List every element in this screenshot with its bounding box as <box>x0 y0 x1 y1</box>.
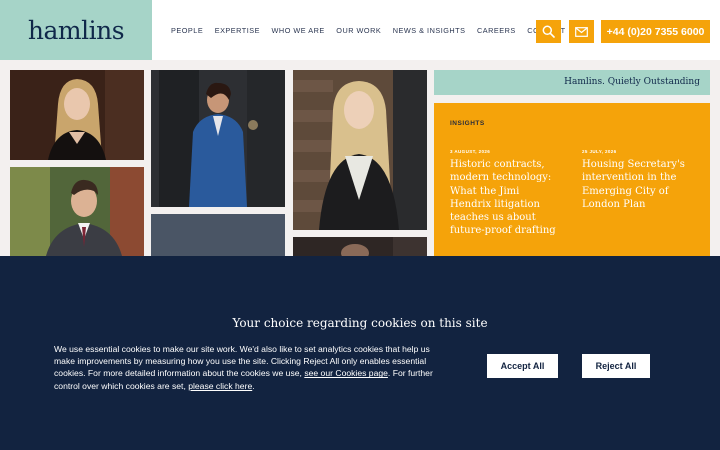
article-title[interactable]: Historic contracts, modern technology: W… <box>450 158 563 238</box>
insights-heading: INSIGHTS <box>450 120 485 127</box>
nav-our-work[interactable]: OUR WORK <box>336 26 381 35</box>
mail-icon <box>575 26 588 37</box>
accept-all-button[interactable]: Accept All <box>487 354 558 378</box>
cookies-page-link[interactable]: see our Cookies page <box>304 368 388 378</box>
person-photo-5[interactable] <box>293 237 427 256</box>
reject-all-button[interactable]: Reject All <box>582 354 650 378</box>
nav-careers[interactable]: CAREERS <box>477 26 516 35</box>
cookie-description: We use essential cookies to make our sit… <box>54 343 438 392</box>
nav-people[interactable]: PEOPLE <box>171 26 203 35</box>
search-button[interactable] <box>536 20 561 43</box>
logo-container[interactable]: hamlins <box>0 0 152 60</box>
tagline-banner: Hamlins. Quietly Outstanding <box>434 70 710 95</box>
article-date: 25 JULY, 2026 <box>582 149 617 154</box>
person-photo-4[interactable] <box>10 167 144 256</box>
person-photo-2[interactable] <box>151 70 285 207</box>
cookie-title: Your choice regarding cookies on this si… <box>232 316 488 330</box>
nav-news-insights[interactable]: NEWS & INSIGHTS <box>393 26 466 35</box>
search-icon <box>542 25 555 38</box>
nav-who-we-are[interactable]: WHO WE ARE <box>272 26 325 35</box>
cookie-text-end: . <box>252 380 255 391</box>
article-title[interactable]: Housing Secretary's intervention in the … <box>582 158 695 211</box>
article-date: 3 AUGUST, 2026 <box>450 149 491 154</box>
email-button[interactable] <box>569 20 594 43</box>
cookie-settings-link[interactable]: please click here <box>188 381 252 391</box>
main-nav: PEOPLE EXPERTISE WHO WE ARE OUR WORK NEW… <box>171 26 566 35</box>
person-photo-3[interactable] <box>293 70 427 230</box>
cookie-banner: Your choice regarding cookies on this si… <box>0 256 720 450</box>
photo-placeholder <box>151 214 285 256</box>
insights-panel: INSIGHTS 3 AUGUST, 2026 Historic contrac… <box>434 103 710 263</box>
insight-article-1[interactable]: 3 AUGUST, 2026 Historic contracts, moder… <box>450 149 563 238</box>
person-photo-1[interactable] <box>10 70 144 160</box>
site-logo[interactable]: hamlins <box>28 16 125 45</box>
insight-article-2[interactable]: 25 JULY, 2026 Housing Secretary's interv… <box>582 149 695 211</box>
nav-expertise[interactable]: EXPERTISE <box>215 26 260 35</box>
phone-button[interactable]: +44 (0)20 7355 6000 <box>601 20 710 43</box>
site-header: hamlins PEOPLE EXPERTISE WHO WE ARE OUR … <box>0 0 720 60</box>
